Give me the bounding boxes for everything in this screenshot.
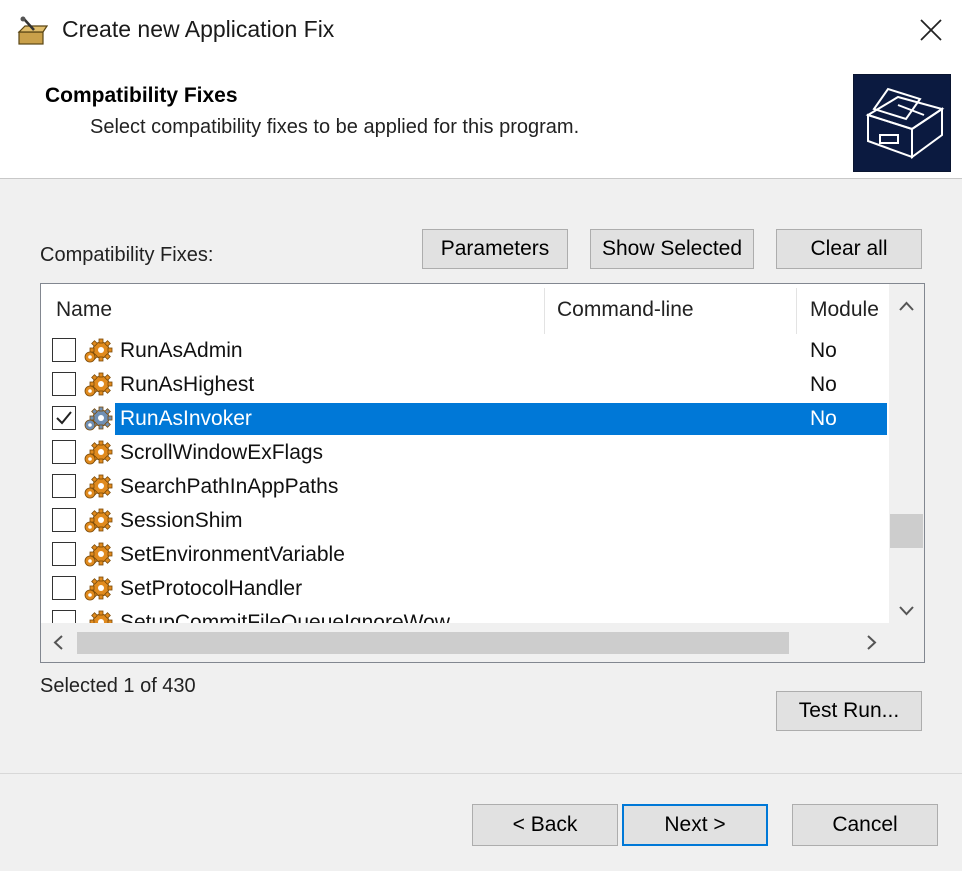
fix-checkbox[interactable]: [52, 542, 76, 566]
horizontal-scrollbar[interactable]: [41, 623, 889, 662]
list-item[interactable]: SetupCommitFileQueueIgnoreWow: [41, 606, 889, 623]
selection-status: Selected 1 of 430: [40, 675, 196, 697]
list-body: RunAsAdmin No RunAsHighest No RunAsInvoker No…: [41, 334, 889, 623]
list-item[interactable]: SetEnvironmentVariable: [41, 538, 889, 572]
fix-module: No: [810, 339, 837, 362]
gear-icon: [83, 473, 115, 501]
fix-checkbox[interactable]: [52, 474, 76, 498]
cancel-button[interactable]: Cancel: [792, 804, 938, 846]
wizard-header: Compatibility Fixes Select compatibility…: [0, 60, 962, 179]
show-selected-button[interactable]: Show Selected: [590, 229, 754, 269]
close-button[interactable]: [900, 0, 962, 60]
fix-name: RunAsInvoker: [120, 407, 252, 430]
list-item[interactable]: SetProtocolHandler: [41, 572, 889, 606]
next-button-label: Next >: [664, 813, 726, 836]
close-icon: [920, 19, 942, 41]
gear-icon: [83, 575, 115, 603]
scrollbar-corner: [889, 623, 924, 662]
back-button[interactable]: < Back: [472, 804, 618, 846]
list-item[interactable]: RunAsAdmin No: [41, 334, 889, 368]
list-item[interactable]: SearchPathInAppPaths: [41, 470, 889, 504]
compatibility-fixes-list[interactable]: Name Command-line Module RunAsAdmin No Run…: [40, 283, 925, 663]
fix-name: SessionShim: [120, 509, 243, 532]
fix-module: No: [810, 373, 837, 396]
parameters-button-label: Parameters: [440, 237, 550, 260]
scroll-up-button[interactable]: [889, 290, 924, 324]
test-run-button-label: Test Run...: [798, 699, 900, 722]
fix-checkbox[interactable]: [52, 406, 76, 430]
fix-checkbox[interactable]: [52, 576, 76, 600]
vertical-scrollbar[interactable]: [889, 284, 924, 623]
scroll-thumb[interactable]: [77, 632, 789, 654]
fix-name: SetProtocolHandler: [120, 577, 303, 600]
list-item[interactable]: RunAsInvoker No: [41, 402, 889, 436]
list-header: Name Command-line Module: [41, 284, 889, 334]
column-divider[interactable]: [544, 288, 545, 334]
column-divider[interactable]: [796, 288, 797, 334]
fix-checkbox[interactable]: [52, 508, 76, 532]
checkmark-icon: [56, 411, 72, 425]
column-header-name[interactable]: Name: [56, 284, 112, 334]
scroll-thumb[interactable]: [890, 514, 923, 548]
clear-all-button[interactable]: Clear all: [776, 229, 922, 269]
fix-name: RunAsAdmin: [120, 339, 243, 362]
gear-icon: [83, 439, 115, 467]
fix-name: SetEnvironmentVariable: [120, 543, 345, 566]
fix-name: SetupCommitFileQueueIgnoreWow: [120, 611, 450, 623]
clear-all-button-label: Clear all: [810, 237, 888, 260]
fix-checkbox[interactable]: [52, 440, 76, 464]
fix-checkbox[interactable]: [52, 610, 76, 623]
fix-name: SearchPathInAppPaths: [120, 475, 339, 498]
app-fix-wizard-icon: [17, 16, 48, 45]
scroll-left-button[interactable]: [41, 623, 77, 662]
title-bar: Create new Application Fix: [0, 0, 962, 60]
list-item[interactable]: RunAsHighest No: [41, 368, 889, 402]
list-item[interactable]: SessionShim: [41, 504, 889, 538]
fix-checkbox[interactable]: [52, 338, 76, 362]
show-selected-button-label: Show Selected: [601, 237, 743, 260]
page-title: Compatibility Fixes: [45, 84, 238, 107]
gear-icon: [83, 405, 115, 433]
list-item[interactable]: ScrollWindowExFlags: [41, 436, 889, 470]
column-header-command-line[interactable]: Command-line: [557, 284, 694, 334]
gear-icon: [83, 371, 115, 399]
chevron-right-icon: [867, 635, 877, 650]
scroll-right-button[interactable]: [853, 623, 889, 662]
fix-name: RunAsHighest: [120, 373, 255, 396]
back-button-label: < Back: [512, 813, 578, 836]
wizard-banner-icon: [853, 74, 951, 172]
next-button[interactable]: Next >: [622, 804, 768, 846]
gear-icon: [83, 507, 115, 535]
chevron-up-icon: [899, 301, 914, 311]
fixes-section-label: Compatibility Fixes:: [40, 244, 214, 266]
parameters-button[interactable]: Parameters: [422, 229, 568, 269]
test-run-button[interactable]: Test Run...: [776, 691, 922, 731]
gear-icon: [83, 541, 115, 569]
column-header-module[interactable]: Module: [810, 284, 879, 334]
fix-module: No: [810, 407, 837, 430]
window-title: Create new Application Fix: [62, 16, 335, 42]
gear-icon: [83, 609, 115, 623]
cancel-button-label: Cancel: [832, 813, 898, 836]
chevron-left-icon: [53, 635, 63, 650]
page-subtitle: Select compatibility fixes to be applied…: [90, 116, 580, 138]
gear-icon: [83, 337, 115, 365]
fix-name: ScrollWindowExFlags: [120, 441, 324, 464]
fix-checkbox[interactable]: [52, 372, 76, 396]
